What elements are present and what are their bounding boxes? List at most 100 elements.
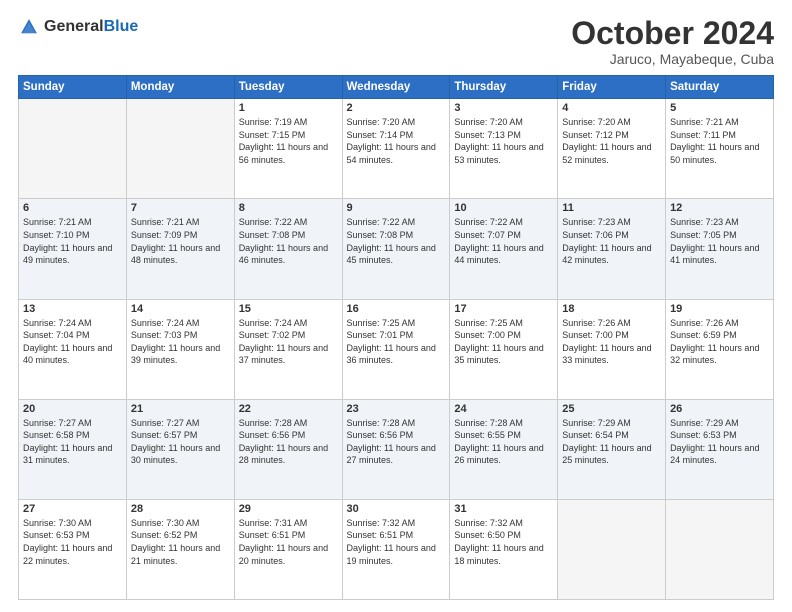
table-row: 20 Sunrise: 7:27 AM Sunset: 6:58 PM Dayli… bbox=[19, 399, 127, 499]
weekday-header-row: Sunday Monday Tuesday Wednesday Thursday… bbox=[19, 76, 774, 99]
day-info: Sunrise: 7:27 AM Sunset: 6:58 PM Dayligh… bbox=[23, 417, 122, 467]
day-number: 15 bbox=[239, 303, 338, 315]
table-row: 26 Sunrise: 7:29 AM Sunset: 6:53 PM Dayli… bbox=[666, 399, 774, 499]
day-number: 31 bbox=[454, 503, 553, 515]
day-number: 11 bbox=[562, 202, 661, 214]
header-thursday: Thursday bbox=[450, 76, 558, 99]
day-info: Sunrise: 7:23 AM Sunset: 7:05 PM Dayligh… bbox=[670, 216, 769, 266]
day-number: 18 bbox=[562, 303, 661, 315]
day-info: Sunrise: 7:32 AM Sunset: 6:50 PM Dayligh… bbox=[454, 517, 553, 567]
day-info: Sunrise: 7:20 AM Sunset: 7:14 PM Dayligh… bbox=[347, 116, 446, 166]
day-number: 12 bbox=[670, 202, 769, 214]
day-number: 13 bbox=[23, 303, 122, 315]
day-number: 8 bbox=[239, 202, 338, 214]
day-number: 21 bbox=[131, 403, 230, 415]
header: GeneralBlue October 2024 Jaruco, Mayabeq… bbox=[18, 16, 774, 67]
day-number: 16 bbox=[347, 303, 446, 315]
day-info: Sunrise: 7:21 AM Sunset: 7:09 PM Dayligh… bbox=[131, 216, 230, 266]
table-row: 28Sunrise: 7:30 AM Sunset: 6:52 PM Dayli… bbox=[126, 499, 234, 599]
day-number: 10 bbox=[454, 202, 553, 214]
day-info: Sunrise: 7:22 AM Sunset: 7:08 PM Dayligh… bbox=[239, 216, 338, 266]
table-row bbox=[666, 499, 774, 599]
day-number: 2 bbox=[347, 102, 446, 114]
day-info: Sunrise: 7:23 AM Sunset: 7:06 PM Dayligh… bbox=[562, 216, 661, 266]
day-number: 25 bbox=[562, 403, 661, 415]
table-row: 25 Sunrise: 7:29 AM Sunset: 6:54 PM Dayli… bbox=[558, 399, 666, 499]
table-row: 12 Sunrise: 7:23 AM Sunset: 7:05 PM Dayli… bbox=[666, 199, 774, 299]
table-row: 7Sunrise: 7:21 AM Sunset: 7:09 PM Daylig… bbox=[126, 199, 234, 299]
calendar-week-row: 1Sunrise: 7:19 AM Sunset: 7:15 PM Daylig… bbox=[19, 99, 774, 199]
day-info: Sunrise: 7:29 AM Sunset: 6:53 PM Dayligh… bbox=[670, 417, 769, 467]
day-number: 29 bbox=[239, 503, 338, 515]
table-row: 24 Sunrise: 7:28 AM Sunset: 6:55 PM Dayli… bbox=[450, 399, 558, 499]
day-number: 24 bbox=[454, 403, 553, 415]
table-row: 31 Sunrise: 7:32 AM Sunset: 6:50 PM Dayli… bbox=[450, 499, 558, 599]
month-title: October 2024 bbox=[571, 16, 774, 51]
table-row: 2 Sunrise: 7:20 AM Sunset: 7:14 PM Daylig… bbox=[342, 99, 450, 199]
table-row bbox=[19, 99, 127, 199]
day-number: 20 bbox=[23, 403, 122, 415]
header-saturday: Saturday bbox=[666, 76, 774, 99]
day-info: Sunrise: 7:30 AM Sunset: 6:52 PM Dayligh… bbox=[131, 517, 230, 567]
day-info: Sunrise: 7:24 AM Sunset: 7:02 PM Dayligh… bbox=[239, 317, 338, 367]
day-info: Sunrise: 7:26 AM Sunset: 7:00 PM Dayligh… bbox=[562, 317, 661, 367]
table-row: 19Sunrise: 7:26 AM Sunset: 6:59 PM Dayli… bbox=[666, 299, 774, 399]
day-info: Sunrise: 7:24 AM Sunset: 7:03 PM Dayligh… bbox=[131, 317, 230, 367]
table-row: 22Sunrise: 7:28 AM Sunset: 6:56 PM Dayli… bbox=[234, 399, 342, 499]
table-row: 5Sunrise: 7:21 AM Sunset: 7:11 PM Daylig… bbox=[666, 99, 774, 199]
header-wednesday: Wednesday bbox=[342, 76, 450, 99]
table-row: 14 Sunrise: 7:24 AM Sunset: 7:03 PM Dayli… bbox=[126, 299, 234, 399]
day-number: 9 bbox=[347, 202, 446, 214]
header-monday: Monday bbox=[126, 76, 234, 99]
day-info: Sunrise: 7:30 AM Sunset: 6:53 PM Dayligh… bbox=[23, 517, 122, 567]
day-info: Sunrise: 7:20 AM Sunset: 7:13 PM Dayligh… bbox=[454, 116, 553, 166]
day-number: 22 bbox=[239, 403, 338, 415]
day-info: Sunrise: 7:19 AM Sunset: 7:15 PM Dayligh… bbox=[239, 116, 338, 166]
day-info: Sunrise: 7:25 AM Sunset: 7:01 PM Dayligh… bbox=[347, 317, 446, 367]
day-number: 6 bbox=[23, 202, 122, 214]
day-number: 5 bbox=[670, 102, 769, 114]
day-info: Sunrise: 7:21 AM Sunset: 7:10 PM Dayligh… bbox=[23, 216, 122, 266]
location: Jaruco, Mayabeque, Cuba bbox=[571, 51, 774, 67]
day-info: Sunrise: 7:28 AM Sunset: 6:55 PM Dayligh… bbox=[454, 417, 553, 467]
title-area: October 2024 Jaruco, Mayabeque, Cuba bbox=[571, 16, 774, 67]
calendar-week-row: 27 Sunrise: 7:30 AM Sunset: 6:53 PM Dayli… bbox=[19, 499, 774, 599]
table-row: 6 Sunrise: 7:21 AM Sunset: 7:10 PM Daylig… bbox=[19, 199, 127, 299]
logo-general: General bbox=[44, 18, 104, 35]
page: GeneralBlue October 2024 Jaruco, Mayabeq… bbox=[0, 0, 792, 612]
logo: GeneralBlue bbox=[18, 16, 138, 38]
header-sunday: Sunday bbox=[19, 76, 127, 99]
calendar-week-row: 6 Sunrise: 7:21 AM Sunset: 7:10 PM Daylig… bbox=[19, 199, 774, 299]
table-row: 1Sunrise: 7:19 AM Sunset: 7:15 PM Daylig… bbox=[234, 99, 342, 199]
day-info: Sunrise: 7:29 AM Sunset: 6:54 PM Dayligh… bbox=[562, 417, 661, 467]
table-row: 17 Sunrise: 7:25 AM Sunset: 7:00 PM Dayli… bbox=[450, 299, 558, 399]
header-tuesday: Tuesday bbox=[234, 76, 342, 99]
day-info: Sunrise: 7:31 AM Sunset: 6:51 PM Dayligh… bbox=[239, 517, 338, 567]
table-row: 16 Sunrise: 7:25 AM Sunset: 7:01 PM Dayli… bbox=[342, 299, 450, 399]
day-number: 27 bbox=[23, 503, 122, 515]
day-number: 26 bbox=[670, 403, 769, 415]
calendar-week-row: 13 Sunrise: 7:24 AM Sunset: 7:04 PM Dayli… bbox=[19, 299, 774, 399]
day-number: 17 bbox=[454, 303, 553, 315]
table-row: 10Sunrise: 7:22 AM Sunset: 7:07 PM Dayli… bbox=[450, 199, 558, 299]
table-row: 8 Sunrise: 7:22 AM Sunset: 7:08 PM Daylig… bbox=[234, 199, 342, 299]
day-number: 3 bbox=[454, 102, 553, 114]
day-number: 30 bbox=[347, 503, 446, 515]
day-info: Sunrise: 7:25 AM Sunset: 7:00 PM Dayligh… bbox=[454, 317, 553, 367]
calendar-week-row: 20 Sunrise: 7:27 AM Sunset: 6:58 PM Dayli… bbox=[19, 399, 774, 499]
table-row: 11 Sunrise: 7:23 AM Sunset: 7:06 PM Dayli… bbox=[558, 199, 666, 299]
day-number: 19 bbox=[670, 303, 769, 315]
table-row: 3 Sunrise: 7:20 AM Sunset: 7:13 PM Daylig… bbox=[450, 99, 558, 199]
logo-text: GeneralBlue bbox=[44, 18, 138, 36]
day-info: Sunrise: 7:24 AM Sunset: 7:04 PM Dayligh… bbox=[23, 317, 122, 367]
table-row: 13 Sunrise: 7:24 AM Sunset: 7:04 PM Dayli… bbox=[19, 299, 127, 399]
table-row: 4Sunrise: 7:20 AM Sunset: 7:12 PM Daylig… bbox=[558, 99, 666, 199]
logo-icon bbox=[18, 16, 40, 38]
header-friday: Friday bbox=[558, 76, 666, 99]
table-row: 29 Sunrise: 7:31 AM Sunset: 6:51 PM Dayli… bbox=[234, 499, 342, 599]
table-row: 21Sunrise: 7:27 AM Sunset: 6:57 PM Dayli… bbox=[126, 399, 234, 499]
table-row: 18 Sunrise: 7:26 AM Sunset: 7:00 PM Dayli… bbox=[558, 299, 666, 399]
day-number: 14 bbox=[131, 303, 230, 315]
table-row: 30Sunrise: 7:32 AM Sunset: 6:51 PM Dayli… bbox=[342, 499, 450, 599]
calendar-table: Sunday Monday Tuesday Wednesday Thursday… bbox=[18, 75, 774, 600]
